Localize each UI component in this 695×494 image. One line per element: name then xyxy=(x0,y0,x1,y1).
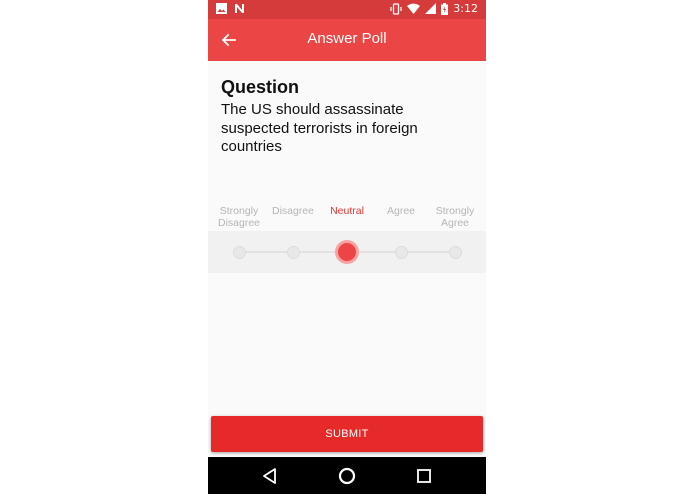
signal-icon xyxy=(425,3,437,14)
navigation-bar xyxy=(208,457,486,494)
slider-thumb[interactable] xyxy=(335,240,359,264)
slider-stop-strongly-disagree[interactable] xyxy=(232,246,246,259)
scale-label-agree[interactable]: Agree xyxy=(374,205,428,217)
scale-label-strongly-disagree[interactable]: Strongly Disagree xyxy=(212,205,266,229)
scale-label-neutral[interactable]: Neutral xyxy=(320,205,374,217)
submit-button[interactable]: SUBMIT xyxy=(211,416,483,452)
back-triangle-icon[interactable] xyxy=(260,466,280,486)
status-time: 3:12 xyxy=(453,2,478,15)
vibrate-icon xyxy=(390,2,402,15)
battery-icon xyxy=(441,2,449,15)
wifi-icon xyxy=(407,3,421,14)
scale-label-disagree[interactable]: Disagree xyxy=(266,205,320,217)
phone-screen: 3:12 Answer Poll Question The US should … xyxy=(208,0,486,494)
scale-label-strongly-agree[interactable]: Strongly Agree xyxy=(428,205,482,229)
app-title: Answer Poll xyxy=(307,30,387,47)
slider-stop-strongly-agree[interactable] xyxy=(448,246,462,259)
recents-square-icon[interactable] xyxy=(414,466,434,486)
question-heading: Question xyxy=(221,77,300,97)
image-icon xyxy=(216,3,227,14)
slider-stop-agree[interactable] xyxy=(394,246,408,259)
home-circle-icon[interactable] xyxy=(337,466,357,486)
question-text: The US should assassinate suspected terr… xyxy=(221,101,418,155)
n-icon xyxy=(235,4,244,13)
status-bar: 3:12 xyxy=(208,0,486,19)
app-bar: Answer Poll xyxy=(208,19,486,61)
slider-stop-disagree[interactable] xyxy=(286,246,300,259)
agreement-slider[interactable] xyxy=(208,231,486,273)
